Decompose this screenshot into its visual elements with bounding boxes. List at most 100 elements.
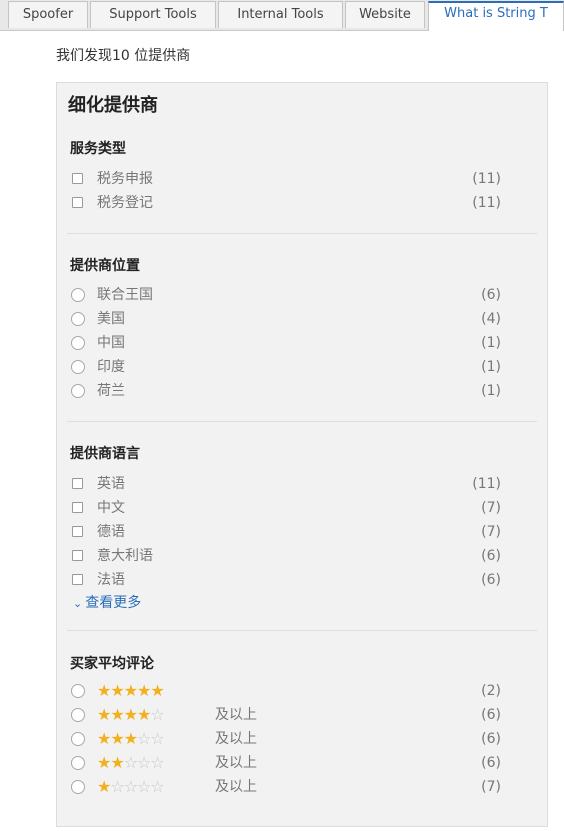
see-more-label: 查看更多 [85, 595, 142, 611]
star-empty-icon: ☆ [123, 777, 138, 796]
section-title-service-type: 服务类型 [70, 141, 126, 157]
star-filled-icon: ★ [150, 681, 164, 700]
star-empty-icon: ☆ [150, 729, 164, 748]
filter-option[interactable]: 联合王国 (6) [71, 285, 501, 307]
filter-option[interactable]: 法语 (6) [71, 570, 501, 592]
option-count: (11) [472, 476, 501, 492]
star-filled-icon: ★ [137, 705, 151, 724]
option-count: (6) [481, 731, 501, 747]
star-filled-icon: ★ [97, 681, 111, 700]
radio-button[interactable] [71, 732, 85, 746]
star-filled-icon: ★ [110, 705, 124, 724]
option-label: 联合王国 [97, 287, 153, 303]
checkbox[interactable] [72, 550, 83, 561]
radio-button[interactable] [71, 360, 85, 374]
star-filled-icon: ★ [97, 777, 111, 796]
option-count: (11) [472, 171, 501, 187]
tab-what-is-string[interactable]: What is String T [428, 1, 564, 31]
checkbox[interactable] [72, 502, 83, 513]
star-filled-icon: ★ [110, 729, 124, 748]
radio-button[interactable] [71, 384, 85, 398]
rating-option[interactable]: ★☆☆☆☆ 及以上 (7) [71, 777, 501, 799]
radio-button[interactable] [71, 780, 85, 794]
rating-option[interactable]: ★★★★★ (2) [71, 681, 501, 703]
section-title-location: 提供商位置 [70, 258, 140, 274]
filter-option[interactable]: 意大利语 (6) [71, 546, 501, 568]
radio-button[interactable] [71, 708, 85, 722]
radio-button[interactable] [71, 756, 85, 770]
star-filled-icon: ★ [110, 753, 124, 772]
option-label: 意大利语 [97, 548, 153, 564]
filter-option[interactable]: 税务申报 (11) [71, 169, 501, 191]
option-count: (1) [481, 383, 501, 399]
star-empty-icon: ☆ [137, 753, 151, 772]
chevron-down-icon: ⌄ [73, 597, 83, 610]
checkbox[interactable] [72, 197, 83, 208]
option-label: 税务申报 [97, 171, 153, 187]
tab-spoofer[interactable]: Spoofer [8, 1, 88, 28]
result-count-text: 我们发现10 位提供商 [56, 48, 191, 64]
option-label: 法语 [97, 572, 125, 588]
star-rating: ★☆☆☆☆ [97, 777, 165, 797]
option-count: (1) [481, 359, 501, 375]
and-up-label: 及以上 [215, 755, 257, 771]
option-count: (6) [481, 287, 501, 303]
filter-option[interactable]: 美国 (4) [71, 309, 501, 331]
star-filled-icon: ★ [97, 729, 111, 748]
option-label: 美国 [97, 311, 125, 327]
star-filled-icon: ★ [137, 681, 151, 700]
rating-option[interactable]: ★★☆☆☆ 及以上 (6) [71, 753, 501, 775]
divider [67, 233, 537, 234]
divider [67, 630, 537, 631]
star-rating: ★★☆☆☆ [97, 753, 165, 773]
star-filled-icon: ★ [97, 753, 111, 772]
star-empty-icon: ☆ [123, 753, 138, 772]
star-empty-icon: ☆ [150, 753, 164, 772]
checkbox[interactable] [72, 478, 83, 489]
tab-support-tools[interactable]: Support Tools [90, 1, 216, 28]
star-filled-icon: ★ [123, 681, 138, 700]
option-count: (7) [481, 779, 501, 795]
radio-button[interactable] [71, 684, 85, 698]
option-count: (1) [481, 335, 501, 351]
panel-title: 细化提供商 [68, 95, 158, 116]
star-filled-icon: ★ [123, 705, 138, 724]
and-up-label: 及以上 [215, 707, 257, 723]
radio-button[interactable] [71, 288, 85, 302]
option-count: (6) [481, 572, 501, 588]
star-filled-icon: ★ [110, 681, 124, 700]
star-filled-icon: ★ [123, 729, 138, 748]
star-rating: ★★★★☆ [97, 705, 165, 725]
rating-option[interactable]: ★★★★☆ 及以上 (6) [71, 705, 501, 727]
filter-option[interactable]: 荷兰 (1) [71, 381, 501, 403]
option-label: 英语 [97, 476, 125, 492]
star-empty-icon: ☆ [110, 777, 124, 796]
rating-option[interactable]: ★★★☆☆ 及以上 (6) [71, 729, 501, 751]
filter-option[interactable]: 英语 (11) [71, 474, 501, 496]
option-count: (7) [481, 500, 501, 516]
option-count: (6) [481, 707, 501, 723]
tab-internal-tools[interactable]: Internal Tools [218, 1, 343, 28]
radio-button[interactable] [71, 336, 85, 350]
star-empty-icon: ☆ [150, 705, 164, 724]
star-rating: ★★★☆☆ [97, 729, 165, 749]
divider [67, 421, 537, 422]
filter-option[interactable]: 中文 (7) [71, 498, 501, 520]
option-count: (2) [481, 683, 501, 699]
filter-option[interactable]: 印度 (1) [71, 357, 501, 379]
see-more-link[interactable]: ⌄ 查看更多 [73, 593, 141, 614]
star-empty-icon: ☆ [150, 777, 164, 796]
option-label: 税务登记 [97, 195, 153, 211]
filter-option[interactable]: 税务登记 (11) [71, 193, 501, 215]
filter-option[interactable]: 德语 (7) [71, 522, 501, 544]
option-count: (6) [481, 755, 501, 771]
filter-option[interactable]: 中国 (1) [71, 333, 501, 355]
radio-button[interactable] [71, 312, 85, 326]
option-count: (6) [481, 548, 501, 564]
tab-website[interactable]: Website [345, 1, 425, 28]
section-title-language: 提供商语言 [70, 446, 140, 462]
checkbox[interactable] [72, 574, 83, 585]
checkbox[interactable] [72, 526, 83, 537]
checkbox[interactable] [72, 173, 83, 184]
and-up-label: 及以上 [215, 731, 257, 747]
